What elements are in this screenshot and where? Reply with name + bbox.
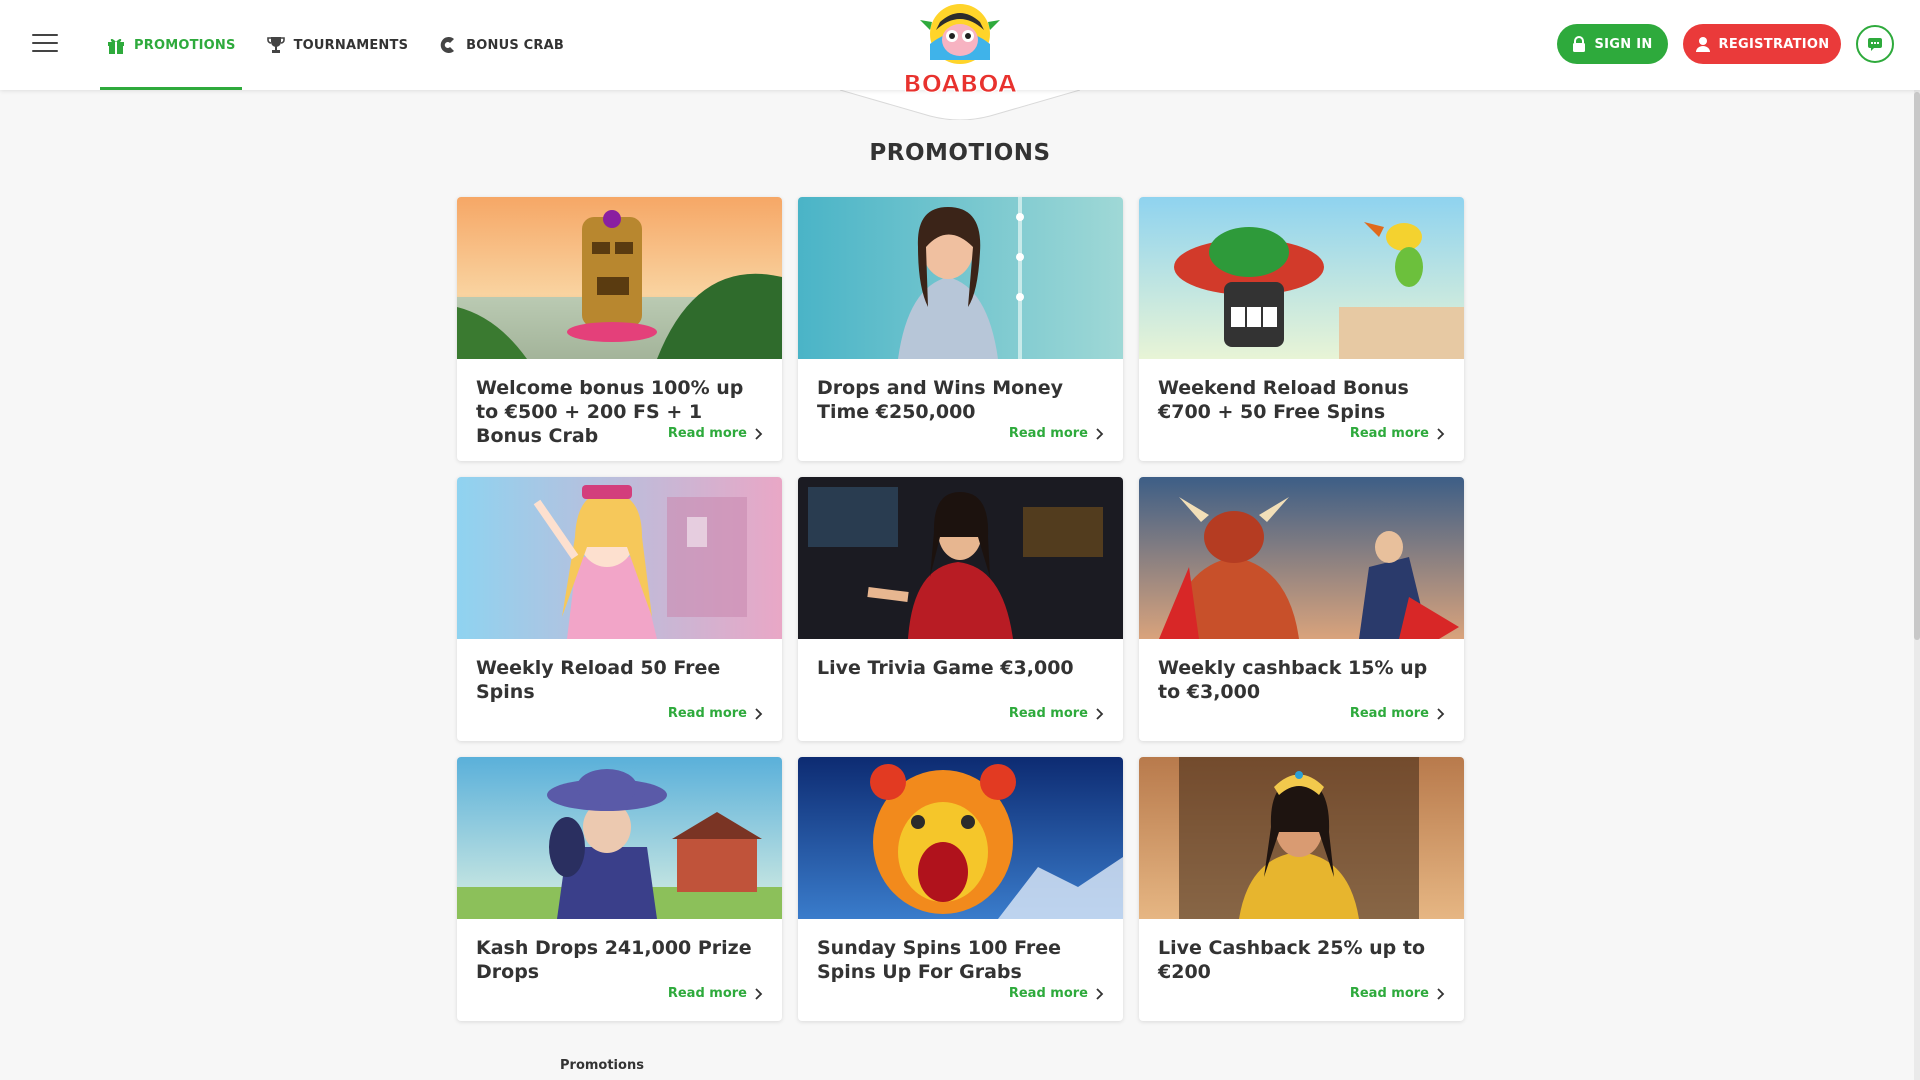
read-more-link[interactable]: Read more — [1350, 986, 1445, 1001]
chevron-right-icon — [755, 987, 763, 1000]
read-more-link[interactable]: Read more — [1009, 426, 1104, 441]
chat-button[interactable] — [1856, 25, 1894, 63]
nav-promotions-label: PROMOTIONS — [134, 37, 236, 53]
crab-claw-icon — [440, 37, 455, 53]
read-more-link[interactable]: Read more — [1350, 426, 1445, 441]
read-more-label: Read more — [1349, 426, 1429, 441]
promo-title: Drops and Wins Money Time €250,000 — [817, 377, 1063, 423]
main-nav: PROMOTIONS TOURNAMENTS BONUS CRAB — [100, 0, 588, 90]
promo-image-cleopatra — [1139, 757, 1464, 919]
promo-card[interactable]: Live Trivia Game €3,000 Read more — [798, 477, 1123, 741]
nav-bonus-crab[interactable]: BONUS CRAB — [432, 0, 570, 90]
read-more-link[interactable]: Read more — [1009, 986, 1104, 1001]
read-more-link[interactable]: Read more — [668, 986, 763, 1001]
read-more-label: Read more — [1008, 706, 1088, 721]
page-title: PROMOTIONS — [869, 140, 1051, 166]
promo-title: Live Cashback 25% up to €200 — [1158, 937, 1426, 983]
chevron-right-icon — [1096, 707, 1104, 720]
chevron-right-icon — [1437, 707, 1445, 720]
sign-in-button[interactable]: SIGN IN — [1557, 24, 1668, 64]
registration-label: REGISTRATION — [1718, 36, 1830, 52]
promo-card[interactable]: Sunday Spins 100 Free Spins Up For Grabs… — [798, 757, 1123, 1021]
chat-icon — [1868, 38, 1882, 51]
promo-card[interactable]: Weekend Reload Bonus €700 + 50 Free Spin… — [1139, 197, 1464, 461]
promo-title: Weekly cashback 15% up to €3,000 — [1158, 657, 1428, 703]
promo-image-granny — [457, 757, 782, 919]
promo-title: Sunday Spins 100 Free Spins Up For Grabs — [817, 937, 1062, 983]
promo-image-tiki — [457, 197, 782, 359]
read-more-link[interactable]: Read more — [1350, 706, 1445, 721]
promo-card[interactable]: Welcome bonus 100% up to €500 + 200 FS +… — [457, 197, 782, 461]
chevron-right-icon — [1096, 987, 1104, 1000]
sign-in-label: SIGN IN — [1594, 36, 1653, 52]
hamburger-menu-icon[interactable] — [32, 34, 58, 52]
promo-card[interactable]: Weekly cashback 15% up to €3,000 Read mo… — [1139, 477, 1464, 741]
chevron-right-icon — [755, 707, 763, 720]
read-more-label: Read more — [1008, 426, 1088, 441]
trophy-icon — [266, 37, 285, 53]
gift-icon — [108, 38, 124, 54]
registration-button[interactable]: REGISTRATION — [1683, 24, 1841, 64]
promo-card[interactable]: Kash Drops 241,000 Prize Drops Read more — [457, 757, 782, 1021]
scrollbar-thumb[interactable] — [1914, 92, 1920, 640]
read-more-label: Read more — [1008, 986, 1088, 1001]
lock-icon — [1573, 36, 1586, 52]
promo-image-bull-matador — [1139, 477, 1464, 639]
promo-card[interactable]: Weekly Reload 50 Free Spins Read more — [457, 477, 782, 741]
logo-text: BOABOA — [903, 70, 1017, 98]
nav-bonus-crab-label: BONUS CRAB — [466, 37, 564, 53]
read-more-link[interactable]: Read more — [668, 426, 763, 441]
promo-title: Kash Drops 241,000 Prize Drops — [476, 937, 752, 983]
promo-image-live-dealer — [798, 197, 1123, 359]
read-more-label: Read more — [667, 986, 747, 1001]
promo-card[interactable]: Live Cashback 25% up to €200 Read more — [1139, 757, 1464, 1021]
chevron-right-icon — [1437, 987, 1445, 1000]
promotions-grid: Welcome bonus 100% up to €500 + 200 FS +… — [457, 197, 1465, 1021]
read-more-link[interactable]: Read more — [668, 706, 763, 721]
nav-tournaments[interactable]: TOURNAMENTS — [260, 0, 415, 90]
chevron-right-icon — [755, 427, 763, 440]
nav-promotions[interactable]: PROMOTIONS — [100, 0, 242, 90]
read-more-label: Read more — [1349, 986, 1429, 1001]
user-icon — [1695, 37, 1710, 52]
read-more-link[interactable]: Read more — [1009, 706, 1104, 721]
boaboa-logo[interactable]: BOABOA — [900, 0, 1020, 100]
footer-breadcrumb[interactable]: Promotions — [560, 1058, 644, 1073]
chevron-right-icon — [1096, 427, 1104, 440]
promo-title: Live Trivia Game €3,000 — [817, 657, 1074, 679]
read-more-label: Read more — [1349, 706, 1429, 721]
promo-title: Weekend Reload Bonus €700 + 50 Free Spin… — [1158, 377, 1409, 423]
promo-image-bear — [798, 757, 1123, 919]
promo-image-slot-sombrero — [1139, 197, 1464, 359]
read-more-label: Read more — [667, 426, 747, 441]
nav-tournaments-label: TOURNAMENTS — [293, 37, 409, 53]
read-more-label: Read more — [667, 706, 747, 721]
promo-image-trivia-host — [798, 477, 1123, 639]
chevron-right-icon — [1437, 427, 1445, 440]
promo-image-anime-girl — [457, 477, 782, 639]
promo-card[interactable]: Drops and Wins Money Time €250,000 Read … — [798, 197, 1123, 461]
promo-title: Weekly Reload 50 Free Spins — [476, 657, 721, 703]
